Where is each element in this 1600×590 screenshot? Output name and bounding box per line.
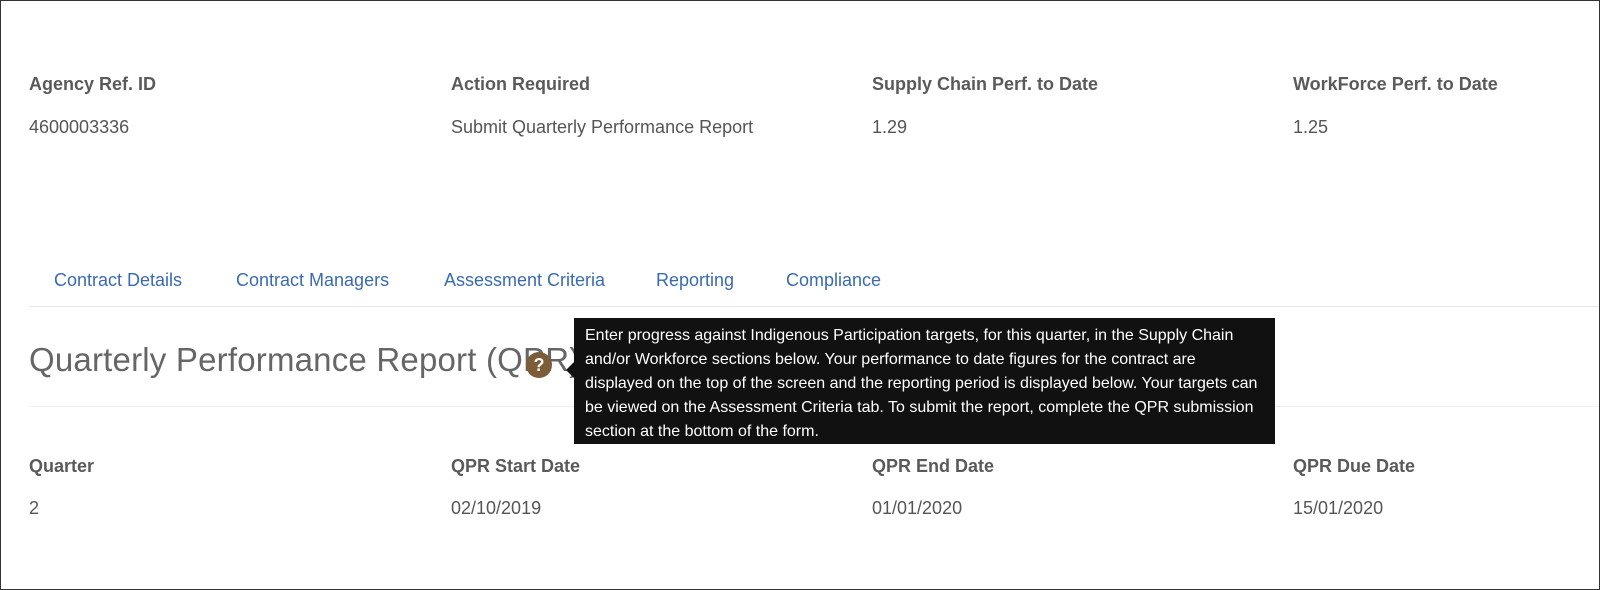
supply-chain-perf-value: 1.29 (872, 117, 908, 137)
workforce-perf-value: 1.25 (1293, 117, 1329, 137)
qpr-start-date-label: QPR Start Date (451, 456, 581, 476)
page-frame: Agency Ref. ID 4600003336 Action Require… (0, 0, 1600, 590)
tab-compliance[interactable]: Compliance (786, 270, 881, 291)
agency-ref-id-value: 4600003336 (29, 117, 130, 137)
page-title: Quarterly Performance Report (QPR) (29, 341, 581, 378)
tab-reporting[interactable]: Reporting (656, 270, 734, 291)
workforce-perf-label: WorkForce Perf. to Date (1293, 74, 1498, 94)
action-required-label: Action Required (451, 74, 591, 94)
question-circle-icon[interactable]: ? (526, 352, 552, 378)
tab-contract-details[interactable]: Contract Details (54, 270, 182, 291)
help-tooltip: Enter progress against Indigenous Partic… (574, 318, 1275, 444)
action-required-value: Submit Quarterly Performance Report (451, 117, 754, 137)
quarter-value: 2 (29, 498, 40, 518)
contract-tabs: Contract Details Contract Managers Asses… (29, 256, 1599, 307)
qpr-due-date-label: QPR Due Date (1293, 456, 1416, 476)
tab-assessment-criteria[interactable]: Assessment Criteria (444, 270, 605, 291)
supply-chain-perf-label: Supply Chain Perf. to Date (872, 74, 1099, 94)
agency-ref-id-label: Agency Ref. ID (29, 74, 157, 94)
qpr-start-date-value: 02/10/2019 (451, 498, 542, 518)
tooltip-arrow (566, 362, 574, 378)
quarter-label: Quarter (29, 456, 95, 476)
tab-contract-managers[interactable]: Contract Managers (236, 270, 389, 291)
qpr-end-date-value: 01/01/2020 (872, 498, 963, 518)
qpr-due-date-value: 15/01/2020 (1293, 498, 1384, 518)
qpr-end-date-label: QPR End Date (872, 456, 995, 476)
